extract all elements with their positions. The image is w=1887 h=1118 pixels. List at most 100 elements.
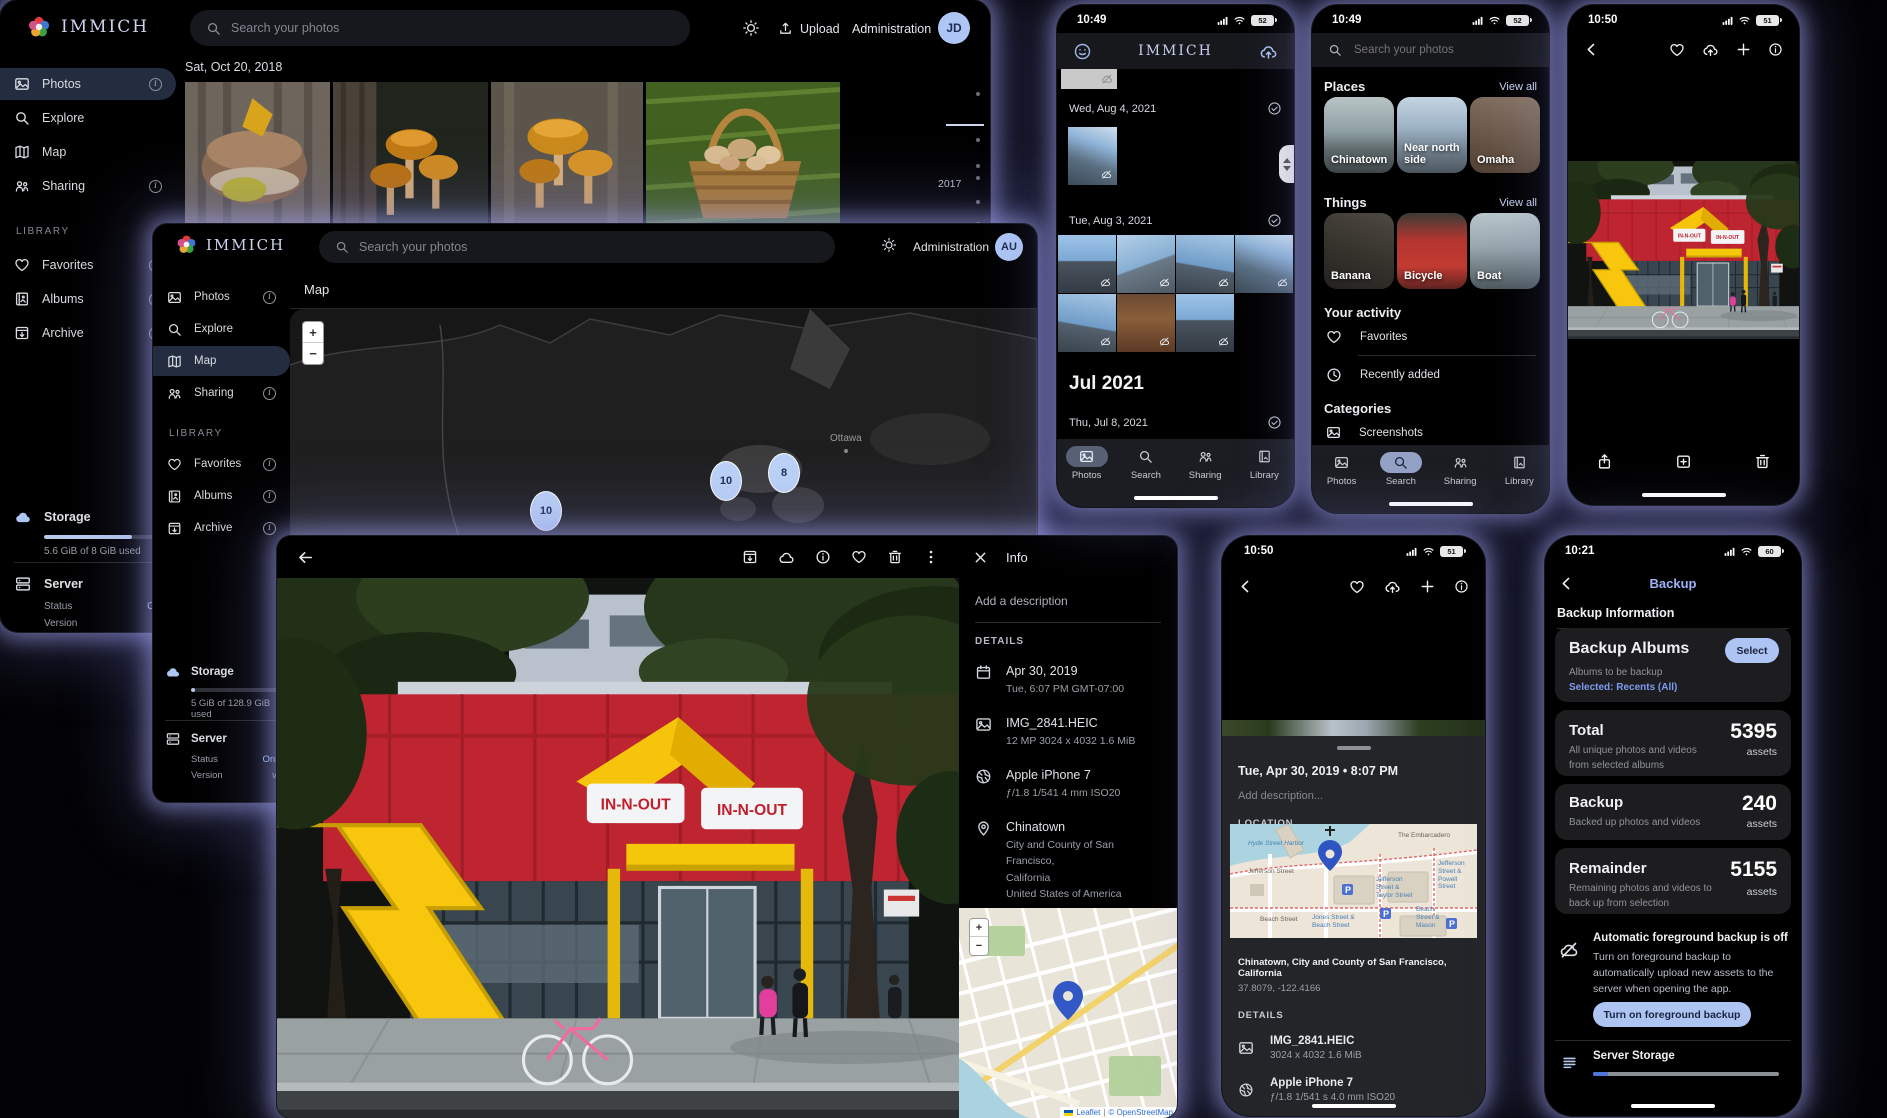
select-check-icon[interactable]	[1267, 415, 1282, 430]
thing-card-banana[interactable]: Banana	[1324, 213, 1394, 289]
sidebar-item-map[interactable]: Map	[153, 346, 290, 376]
app-logo[interactable]: IMMICH	[26, 14, 149, 40]
category-screenshots[interactable]: Screenshots	[1326, 425, 1536, 440]
place-card-chinatown[interactable]: Chinatown	[1324, 97, 1394, 173]
sidebar-item-sharing[interactable]: Sharing i	[0, 170, 176, 202]
trash-icon[interactable]	[887, 549, 903, 565]
user-avatar[interactable]: AU	[995, 233, 1023, 261]
nav-library[interactable]: Library	[1235, 446, 1294, 507]
osm-link[interactable]: © OpenStreetMap	[1108, 1108, 1173, 1117]
sidebar-item-archive[interactable]: Archive i	[0, 317, 176, 349]
location-map[interactable]: P P P Hyde Street Harbor The Embarcadero…	[1230, 824, 1477, 938]
back-icon[interactable]	[297, 549, 314, 566]
sidebar-item-archive[interactable]: Archive i	[153, 513, 290, 543]
photo-sliver[interactable]	[1222, 720, 1485, 736]
photo-thumb[interactable]	[1058, 235, 1116, 293]
nav-photos[interactable]: Photos	[1312, 452, 1371, 513]
photo-thumb[interactable]	[1176, 235, 1234, 293]
sidebar-item-map[interactable]: Map	[0, 136, 176, 168]
sidebar-item-photos[interactable]: Photos i	[0, 68, 176, 100]
photo-thumb[interactable]	[1235, 235, 1293, 293]
archive-plus-icon[interactable]	[1675, 453, 1692, 470]
location-map[interactable]: + − Leaflet | © OpenStreetMap	[959, 908, 1177, 1118]
things-view-all[interactable]: View all	[1499, 197, 1537, 209]
cloud-upload-icon[interactable]	[1384, 578, 1401, 595]
chevron-left-icon[interactable]	[1584, 42, 1599, 57]
places-view-all[interactable]: View all	[1499, 81, 1537, 93]
thing-card-bicycle[interactable]: Bicycle	[1397, 213, 1467, 289]
nav-library[interactable]: Library	[1490, 452, 1549, 513]
chevron-left-icon[interactable]	[1238, 579, 1253, 594]
leaflet-link[interactable]: Leaflet	[1076, 1108, 1100, 1117]
sidebar-item-explore[interactable]: Explore	[153, 314, 290, 344]
search-input[interactable]	[359, 240, 819, 254]
sidebar-item-explore[interactable]: Explore	[0, 102, 176, 134]
search-input[interactable]	[231, 21, 674, 35]
upload-button[interactable]: Upload	[778, 21, 840, 36]
face-icon[interactable]	[1073, 42, 1092, 61]
search-bar[interactable]	[319, 231, 835, 263]
scrubber-handle[interactable]	[1279, 145, 1294, 183]
close-icon[interactable]	[973, 550, 988, 565]
cloud-upload-icon[interactable]	[1702, 41, 1719, 58]
zoom-in-button[interactable]: +	[303, 322, 323, 343]
plus-icon[interactable]	[1420, 579, 1435, 594]
drag-handle[interactable]	[1337, 746, 1371, 750]
user-avatar[interactable]: JD	[938, 12, 970, 44]
nav-photos[interactable]: Photos	[1057, 446, 1116, 507]
heart-icon[interactable]	[1349, 579, 1365, 595]
photo-mushroom-2[interactable]	[333, 82, 488, 234]
description-field[interactable]: Add description...	[1238, 790, 1469, 802]
photo-mushroom-3[interactable]	[491, 82, 643, 234]
photo-thumb[interactable]	[1117, 235, 1175, 293]
sidebar-item-sharing[interactable]: Sharing i	[153, 378, 290, 408]
photo-mushroom-basket[interactable]	[646, 82, 840, 234]
backup-avatar-icon[interactable]	[1259, 42, 1278, 61]
photo-mushroom-1[interactable]	[185, 82, 330, 234]
heart-icon[interactable]	[851, 549, 867, 565]
info-icon[interactable]	[1454, 579, 1469, 594]
plus-icon[interactable]	[1736, 42, 1751, 57]
home-indicator[interactable]	[1389, 502, 1473, 506]
search-bar[interactable]	[190, 10, 690, 46]
select-check-icon[interactable]	[1267, 101, 1282, 116]
map-cluster-marker[interactable]: 8	[768, 453, 800, 493]
administration-link[interactable]: Administration	[913, 240, 989, 254]
theme-toggle-button[interactable]	[742, 19, 760, 37]
sidebar-item-photos[interactable]: Photos i	[153, 282, 290, 312]
home-indicator[interactable]	[1631, 1104, 1715, 1108]
trash-icon[interactable]	[1754, 453, 1771, 470]
thing-card-boat[interactable]: Boat	[1470, 213, 1540, 289]
photo-viewer[interactable]	[277, 578, 959, 1118]
description-field[interactable]: Add a description	[975, 594, 1068, 608]
sidebar-item-albums[interactable]: Albums i	[153, 481, 290, 511]
map-zoom-controls[interactable]: + −	[969, 918, 989, 956]
administration-link[interactable]: Administration	[852, 22, 931, 36]
photo-viewer[interactable]	[1568, 161, 1799, 339]
home-indicator[interactable]	[1312, 1104, 1396, 1108]
more-options-icon[interactable]	[923, 549, 939, 565]
select-check-icon[interactable]	[1267, 213, 1282, 228]
map-zoom-controls[interactable]: + −	[302, 321, 324, 365]
place-card-omaha[interactable]: Omaha	[1470, 97, 1540, 173]
activity-favorites[interactable]: Favorites	[1326, 329, 1536, 345]
archive-icon[interactable]	[742, 549, 758, 565]
sidebar-item-albums[interactable]: Albums i	[0, 283, 176, 315]
photo-thumb[interactable]	[1176, 294, 1234, 352]
place-card-near-north-side[interactable]: Near north side	[1397, 97, 1467, 173]
home-indicator[interactable]	[1642, 493, 1726, 497]
zoom-out-button[interactable]: −	[970, 937, 988, 955]
zoom-out-button[interactable]: −	[303, 343, 323, 364]
sidebar-item-favorites[interactable]: Favorites i	[0, 249, 176, 281]
photo-thumb-partial[interactable]	[1061, 69, 1117, 89]
search-input[interactable]	[1354, 44, 1533, 56]
home-indicator[interactable]	[1134, 496, 1218, 500]
zoom-in-button[interactable]: +	[970, 919, 988, 937]
heart-icon[interactable]	[1669, 42, 1685, 58]
map-cluster-marker[interactable]: 10	[530, 491, 562, 531]
photo-thumb[interactable]	[1068, 127, 1117, 185]
app-logo[interactable]: IMMICH	[175, 233, 285, 256]
search-header[interactable]	[1312, 33, 1549, 67]
cloud-download-icon[interactable]	[778, 549, 795, 566]
photo-thumb[interactable]	[1058, 294, 1116, 352]
